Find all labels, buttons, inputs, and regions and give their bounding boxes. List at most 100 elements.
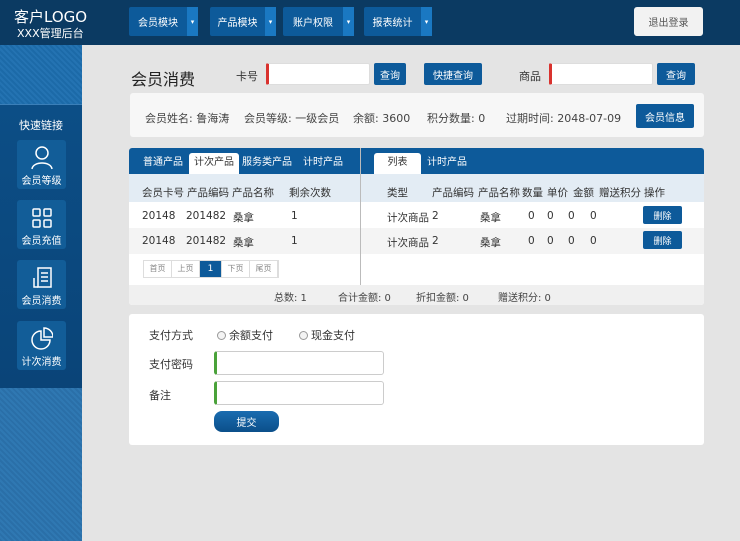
col-header: 产品名称 xyxy=(478,187,520,199)
nav-label: 会员模块 xyxy=(138,18,178,29)
chevron-down-icon[interactable]: ▾ xyxy=(265,7,276,36)
table-cell: 2 xyxy=(432,235,439,247)
col-header: 剩余次数 xyxy=(289,187,331,199)
sidebar-item-label: 会员充值 xyxy=(21,236,62,247)
nav-label: 账户权限 xyxy=(293,18,333,29)
submit-button[interactable]: 提交 xyxy=(214,411,279,432)
pay-method-label: 支付方式 xyxy=(149,329,193,342)
first-page-button[interactable]: 首页 xyxy=(144,261,172,277)
sidebar-item-member-consume[interactable]: 会员消费 xyxy=(17,260,66,309)
table-cell: 桑拿 xyxy=(480,237,501,249)
chevron-down-icon[interactable]: ▾ xyxy=(421,7,432,36)
sidebar-item-count-consume[interactable]: 计次消费 xyxy=(17,321,66,370)
product-input[interactable] xyxy=(549,63,653,85)
product-query-button[interactable]: 查询 xyxy=(657,63,695,85)
pagination: 首页 上页 1 下页 尾页 xyxy=(143,260,279,278)
tab-list[interactable]: 列表 xyxy=(374,153,421,174)
col-header: 金额 xyxy=(573,187,594,199)
radio-label: 现金支付 xyxy=(311,329,355,342)
table-cell: 0 xyxy=(528,235,535,247)
last-page-button[interactable]: 尾页 xyxy=(250,261,278,277)
password-input[interactable] xyxy=(214,351,384,375)
member-points: 积分数量: 0 xyxy=(427,112,486,125)
tab-right-timed-products[interactable]: 计时产品 xyxy=(422,153,472,174)
member-name: 会员姓名: 鲁海涛 xyxy=(145,112,230,125)
tab-service-products[interactable]: 服务类产品 xyxy=(237,153,297,174)
nav-member-module[interactable]: 会员模块 ▾ xyxy=(129,7,198,36)
delete-button[interactable]: 删除 xyxy=(643,231,682,249)
tab-normal-products[interactable]: 普通产品 xyxy=(138,153,188,174)
col-header: 会员卡号 xyxy=(142,187,184,199)
chevron-down-icon[interactable]: ▾ xyxy=(187,7,198,36)
note-input[interactable] xyxy=(214,381,384,405)
member-expiry: 过期时间: 2048-07-09 xyxy=(506,112,622,125)
table-cell: 201482 xyxy=(186,235,227,247)
card-number-input[interactable] xyxy=(266,63,370,85)
sidebar-item-member-level[interactable]: 会员等级 xyxy=(17,140,66,189)
table-cell: 0 xyxy=(568,210,575,222)
logout-button[interactable]: 退出登录 xyxy=(634,7,703,36)
table-cell: 计次商品 xyxy=(387,212,429,224)
col-header: 赠送积分 xyxy=(599,187,641,199)
card-label: 卡号 xyxy=(236,70,258,83)
page-title: 会员消费 xyxy=(131,70,196,89)
tab-timed-products[interactable]: 计时产品 xyxy=(298,153,348,174)
logo: 客户LOGO xyxy=(14,8,88,26)
chevron-down-icon[interactable]: ▾ xyxy=(343,7,354,36)
card-query-button[interactable]: 查询 xyxy=(374,63,406,85)
note-label: 备注 xyxy=(149,389,171,402)
radio-icon[interactable] xyxy=(299,331,308,340)
radio-icon[interactable] xyxy=(217,331,226,340)
next-page-button[interactable]: 下页 xyxy=(222,261,250,277)
nav-label: 报表统计 xyxy=(372,18,413,29)
table-cell: 1 xyxy=(291,235,298,247)
table-cell: 桑拿 xyxy=(480,212,501,224)
col-header: 产品编码 xyxy=(432,187,474,199)
radio-label: 余额支付 xyxy=(229,329,273,342)
table-cell: 20148 xyxy=(142,210,176,222)
table-cell: 0 xyxy=(528,210,535,222)
user-icon xyxy=(30,146,53,170)
sidebar-item-label: 会员消费 xyxy=(21,296,62,307)
delete-button[interactable]: 删除 xyxy=(643,206,682,224)
products-table-panel: 普通产品 计次产品 服务类产品 计时产品 列表 计时产品 会员卡号 产品编码 产… xyxy=(129,148,704,305)
table-cell: 0 xyxy=(590,210,597,222)
nav-reports[interactable]: 报表统计 ▾ xyxy=(364,7,432,36)
col-header: 产品编码 xyxy=(187,187,229,199)
receipt-icon xyxy=(32,267,52,288)
table-cell: 201482 xyxy=(186,210,227,222)
radio-cash[interactable]: 现金支付 xyxy=(299,327,355,343)
quicklinks-title: 快速链接 xyxy=(19,119,63,132)
quick-query-button[interactable]: 快捷查询 xyxy=(424,63,482,85)
sidebar-item-label: 会员等级 xyxy=(21,176,62,187)
table-cell: 0 xyxy=(590,235,597,247)
sidebar-item-member-recharge[interactable]: 会员充值 xyxy=(17,200,66,249)
tab-count-products[interactable]: 计次产品 xyxy=(189,153,239,174)
radio-balance[interactable]: 余额支付 xyxy=(217,327,273,343)
pie-chart-icon xyxy=(30,327,53,350)
payment-form: 支付方式 余额支付 现金支付 支付密码 备注 提交 xyxy=(129,314,704,445)
table-cell: 20148 xyxy=(142,235,176,247)
col-header: 操作 xyxy=(644,187,665,199)
page-1-button[interactable]: 1 xyxy=(200,261,222,277)
nav-account-permissions[interactable]: 账户权限 ▾ xyxy=(283,7,354,36)
col-header: 数量 xyxy=(522,187,543,199)
table-cell: 桑拿 xyxy=(233,212,254,224)
col-header: 类型 xyxy=(387,187,408,199)
member-info-button[interactable]: 会员信息 xyxy=(636,104,694,128)
totals-bar: 总数: 1 合计金额: 0 折扣金额: 0 赠送积分: 0 xyxy=(129,285,704,305)
table-cell: 桑拿 xyxy=(233,237,254,249)
table-cell: 0 xyxy=(568,235,575,247)
col-header: 单价 xyxy=(547,187,568,199)
divider xyxy=(360,148,361,285)
nav-product-module[interactable]: 产品模块 ▾ xyxy=(210,7,276,36)
prev-page-button[interactable]: 上页 xyxy=(172,261,200,277)
discount-amount: 折扣金额: 0 xyxy=(416,293,469,304)
table-cell: 0 xyxy=(547,210,554,222)
total-amount: 合计金额: 0 xyxy=(338,293,391,304)
top-header: 客户LOGO XXX管理后台 会员模块 ▾ 产品模块 ▾ 账户权限 ▾ 报表统计 ▾ 退… xyxy=(0,0,740,45)
member-balance: 余额: 3600 xyxy=(353,112,411,125)
table-cell: 0 xyxy=(547,235,554,247)
total-count: 总数: 1 xyxy=(274,293,307,304)
sidebar-top xyxy=(0,45,82,104)
